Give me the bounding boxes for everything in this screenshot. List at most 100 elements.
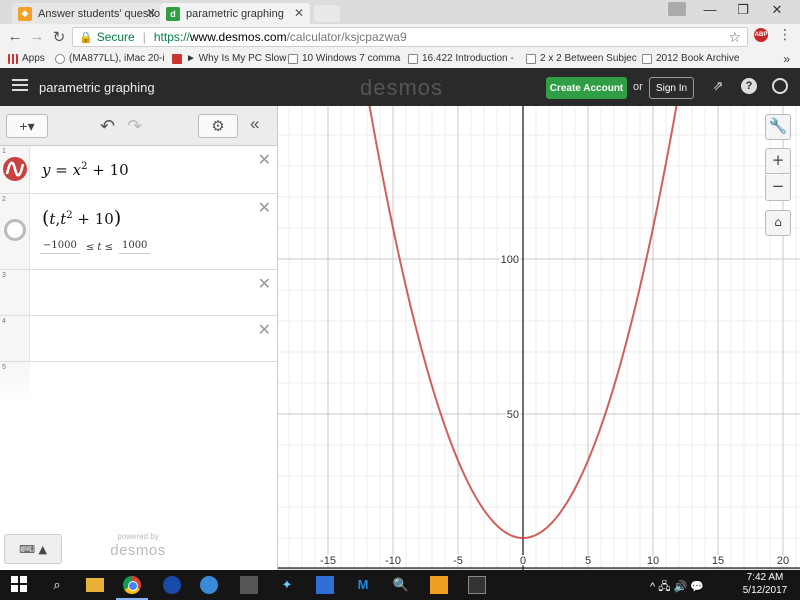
adblock-icon[interactable]: ABP (754, 28, 768, 42)
close-window-button[interactable]: ✕ (762, 2, 792, 18)
x-tick-label: 0 (520, 555, 526, 567)
bookmarks-overflow-button[interactable]: » (783, 52, 790, 66)
globe-icon[interactable] (772, 78, 788, 94)
reload-button[interactable]: ↻ (50, 28, 68, 46)
share-icon[interactable]: ⇗ (710, 78, 726, 94)
bookmark-item[interactable]: 2 x 2 Between Subjec (526, 53, 637, 64)
bookmark-apps[interactable]: Apps (8, 53, 45, 64)
zoom-in-button[interactable]: + (765, 148, 791, 174)
tab-title: parametric graphing (186, 7, 284, 20)
desmos-icon: d (166, 6, 180, 21)
expression-gutter: 2 (0, 194, 30, 269)
delete-expression-icon[interactable]: ✕ (258, 274, 271, 294)
domain-min-input[interactable]: −1000 (40, 240, 80, 254)
lock-icon: 🔒 (79, 31, 93, 44)
clock-date[interactable]: 5/12/2017 (740, 585, 790, 596)
expression-row[interactable]: 1 y = x2 + 10 ✕ (0, 146, 277, 194)
new-tab-button[interactable] (314, 5, 340, 22)
delete-expression-icon[interactable]: ✕ (258, 198, 271, 218)
file-explorer-icon[interactable] (86, 578, 104, 592)
keyboard-toggle-button[interactable]: ⌨ ▲ (4, 534, 62, 564)
collapse-panel-icon[interactable]: « (250, 114, 259, 134)
app-icon[interactable] (316, 576, 334, 594)
help-icon[interactable]: ? (741, 78, 757, 94)
home-icon[interactable]: ⌂ (765, 210, 791, 236)
browser-tab-chegg[interactable]: ◆ Answer students' questio ✕ (12, 3, 162, 24)
gear-icon[interactable]: ⚙ (198, 114, 238, 138)
clock-time[interactable]: 7:42 AM (740, 572, 790, 583)
expression-row[interactable]: 4 ✕ (0, 316, 277, 362)
app-icon[interactable]: ✦ (278, 576, 296, 594)
cmd-icon[interactable] (468, 576, 486, 594)
expression-row[interactable]: 3 ✕ (0, 270, 277, 316)
hamburger-menu-icon[interactable] (12, 79, 28, 91)
delete-expression-icon[interactable]: ✕ (258, 150, 271, 170)
undo-icon[interactable]: ↶ (100, 116, 115, 137)
delete-expression-icon[interactable]: ✕ (258, 320, 271, 340)
windows-start-icon[interactable] (10, 576, 28, 594)
expression-index: 3 (2, 272, 6, 279)
graph-paper[interactable]: 50 100 -15 -10 -5 0 5 10 15 20 (278, 106, 800, 570)
expression-gutter: 5 (0, 362, 30, 402)
system-tray[interactable]: ^ 🖧 🔊 💬 (650, 578, 704, 597)
bookmark-star-icon[interactable]: ☆ (728, 29, 741, 46)
profile-icon[interactable] (668, 2, 686, 16)
power-icon (172, 53, 182, 64)
magnifier-icon[interactable]: 🔍 (392, 576, 410, 594)
curve-visibility-icon[interactable] (3, 157, 27, 181)
firefox-icon[interactable] (163, 576, 181, 594)
bookmark-item[interactable]: 16.422 Introduction - (408, 53, 514, 64)
x-tick-label: 15 (712, 555, 724, 567)
expression-index: 5 (2, 364, 6, 371)
graph-title[interactable]: parametric graphing (39, 80, 155, 95)
desmos-logo: desmos (360, 75, 444, 100)
app-icon[interactable] (240, 576, 258, 594)
curve-hidden-icon[interactable] (4, 219, 26, 241)
bookmark-item[interactable]: ► Why Is My PC Slow (172, 53, 286, 64)
expression-row[interactable]: 5 (0, 362, 277, 402)
create-account-button[interactable]: Create Account (546, 77, 627, 99)
graph-canvas[interactable]: 50 100 -15 -10 -5 0 5 10 15 20 (278, 106, 800, 570)
redo-icon[interactable]: ↷ (127, 116, 142, 137)
chrome-icon[interactable] (123, 576, 141, 594)
powered-by-label: powered by (117, 532, 159, 541)
expression-math[interactable]: y = x2 + 10 (42, 161, 129, 179)
address-bar[interactable]: 🔒 Secure | https:// www.desmos.com /calc… (72, 27, 748, 47)
add-item-button[interactable]: +▾ (6, 114, 48, 138)
y-tick-label: 50 (507, 409, 519, 421)
x-tick-label: 20 (777, 555, 789, 567)
malwarebytes-icon[interactable]: M (354, 576, 372, 594)
url-host: www.desmos.com (189, 30, 287, 44)
expression-math[interactable]: (t,t2 + 10) (42, 207, 121, 229)
forward-button[interactable]: → (28, 28, 46, 45)
domain-max-input[interactable]: 1000 (118, 240, 151, 254)
tab-close-icon[interactable]: ✕ (294, 6, 304, 20)
site-icon (288, 53, 298, 64)
bookmark-item[interactable]: (MA877LL), iMac 20-i (55, 53, 165, 64)
tab-close-icon[interactable]: ✕ (146, 6, 156, 20)
app-icon[interactable] (430, 576, 448, 594)
browser-menu-icon[interactable]: ⋮ (778, 26, 792, 43)
bookmark-item[interactable]: 10 Windows 7 comma (288, 53, 400, 64)
or-label: or (633, 81, 643, 93)
browser-tab-desmos[interactable]: d parametric graphing ✕ (160, 3, 310, 24)
ie-icon[interactable] (200, 576, 218, 594)
search-icon[interactable]: ⌕ (48, 576, 66, 594)
bookmark-item[interactable]: 2012 Book Archive (642, 53, 739, 64)
expression-gutter: 4 (0, 316, 30, 361)
expression-row[interactable]: 2 (t,t2 + 10) −1000 ≤ t ≤ 1000 ✕ (0, 194, 277, 270)
zoom-out-button[interactable]: − (765, 175, 791, 201)
back-button[interactable]: ← (6, 28, 24, 45)
expression-index: 2 (2, 196, 6, 203)
sign-in-button[interactable]: Sign In (649, 77, 694, 99)
secure-label: Secure (96, 30, 135, 44)
x-tick-label: -10 (385, 555, 401, 567)
desmos-header: parametric graphing desmos Create Accoun… (0, 68, 800, 106)
restore-button[interactable]: ❐ (728, 2, 758, 18)
browser-tab-strip: ◆ Answer students' questio ✕ d parametri… (0, 0, 800, 24)
x-tick-label: -5 (453, 555, 463, 567)
minimize-button[interactable]: — (695, 2, 725, 17)
powered-by-desmos-logo: desmos (110, 542, 166, 559)
wrench-icon[interactable]: 🔧 (765, 114, 791, 140)
x-tick-label: -15 (320, 555, 336, 567)
